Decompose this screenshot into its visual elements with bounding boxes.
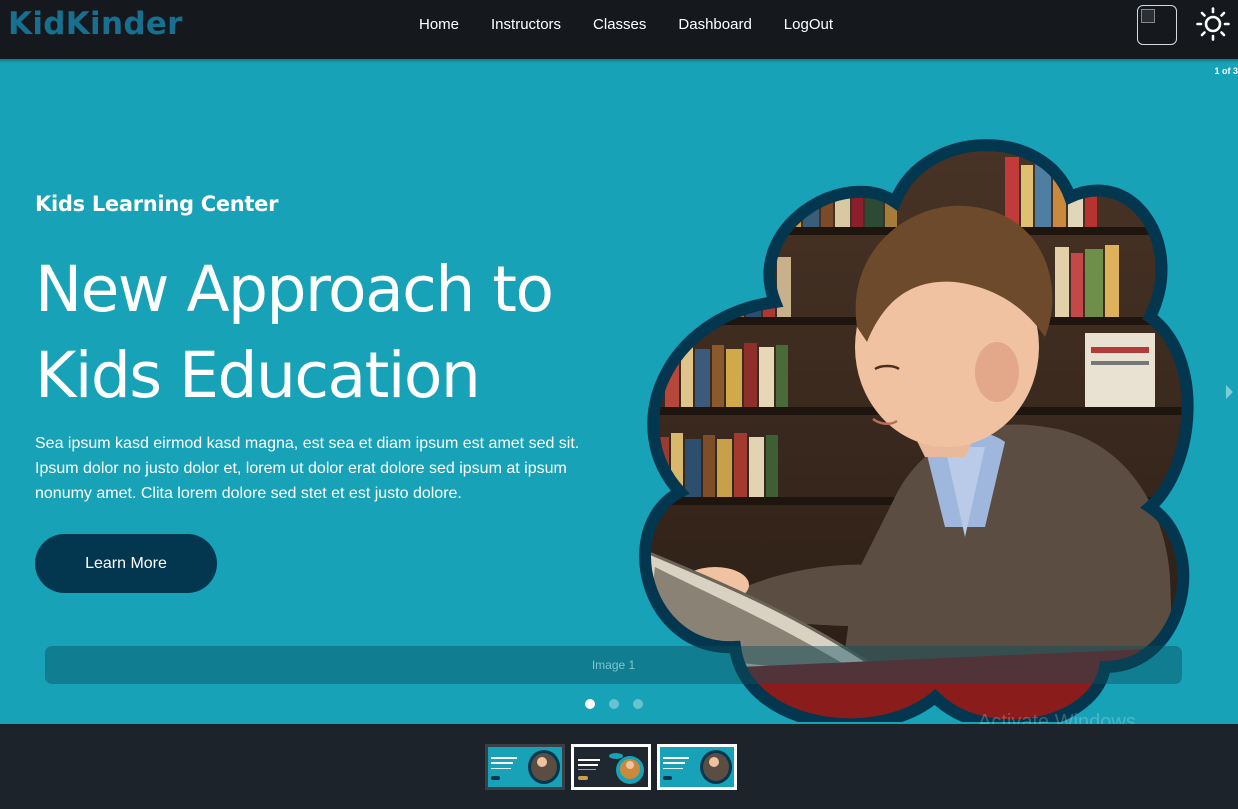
hero-headline-line-1: New Approach to	[35, 253, 554, 326]
navbar: KidKinder Home Instructors Classes Dashb…	[0, 0, 1238, 59]
thumbnail-strip	[0, 724, 1238, 809]
thumbnail-2-image	[574, 747, 648, 787]
hero-carousel: 1 of 3 Kids Learning Center New Approach…	[0, 59, 1238, 724]
next-arrow-icon[interactable]	[1222, 381, 1236, 403]
hero-image	[639, 139, 1194, 722]
user-avatar[interactable]	[1137, 5, 1177, 45]
slide-caption: Image 1	[45, 646, 1182, 684]
thumbnail-3-image	[660, 747, 734, 787]
hero-headline: New Approach to Kids Education	[35, 247, 625, 419]
theme-toggle-button[interactable]	[1195, 6, 1231, 42]
navbar-shadow	[0, 59, 1238, 63]
carousel-dot-3[interactable]	[633, 699, 643, 709]
nav-links: Home Instructors Classes Dashboard LogOu…	[403, 16, 849, 34]
thumbnail-1-image	[488, 747, 562, 787]
sun-icon	[1196, 7, 1230, 41]
broken-image-icon	[1141, 9, 1155, 23]
nav-link-logout[interactable]: LogOut	[768, 16, 849, 34]
brand-logo[interactable]: KidKinder	[8, 6, 183, 42]
thumbnail-1[interactable]	[485, 744, 565, 790]
nav-link-dashboard[interactable]: Dashboard	[662, 16, 767, 34]
carousel-dots	[585, 699, 643, 709]
nav-link-instructors[interactable]: Instructors	[475, 16, 577, 34]
carousel-dot-1[interactable]	[585, 699, 595, 709]
hero-description: Sea ipsum kasd eirmod kasd magna, est se…	[35, 435, 580, 502]
hero-headline-line-2: Kids Education	[35, 339, 481, 412]
hero-subtitle: Kids Learning Center	[35, 192, 279, 216]
thumbnail-2[interactable]	[571, 744, 651, 790]
learn-more-button[interactable]: Learn More	[35, 534, 217, 593]
slide-status: 1 of 3	[1214, 66, 1238, 76]
activate-windows-watermark: Activate Windows	[978, 711, 1136, 724]
nav-link-classes[interactable]: Classes	[577, 16, 662, 34]
nav-link-home[interactable]: Home	[403, 16, 475, 34]
thumbnail-3[interactable]	[657, 744, 737, 790]
carousel-dot-2[interactable]	[609, 699, 619, 709]
